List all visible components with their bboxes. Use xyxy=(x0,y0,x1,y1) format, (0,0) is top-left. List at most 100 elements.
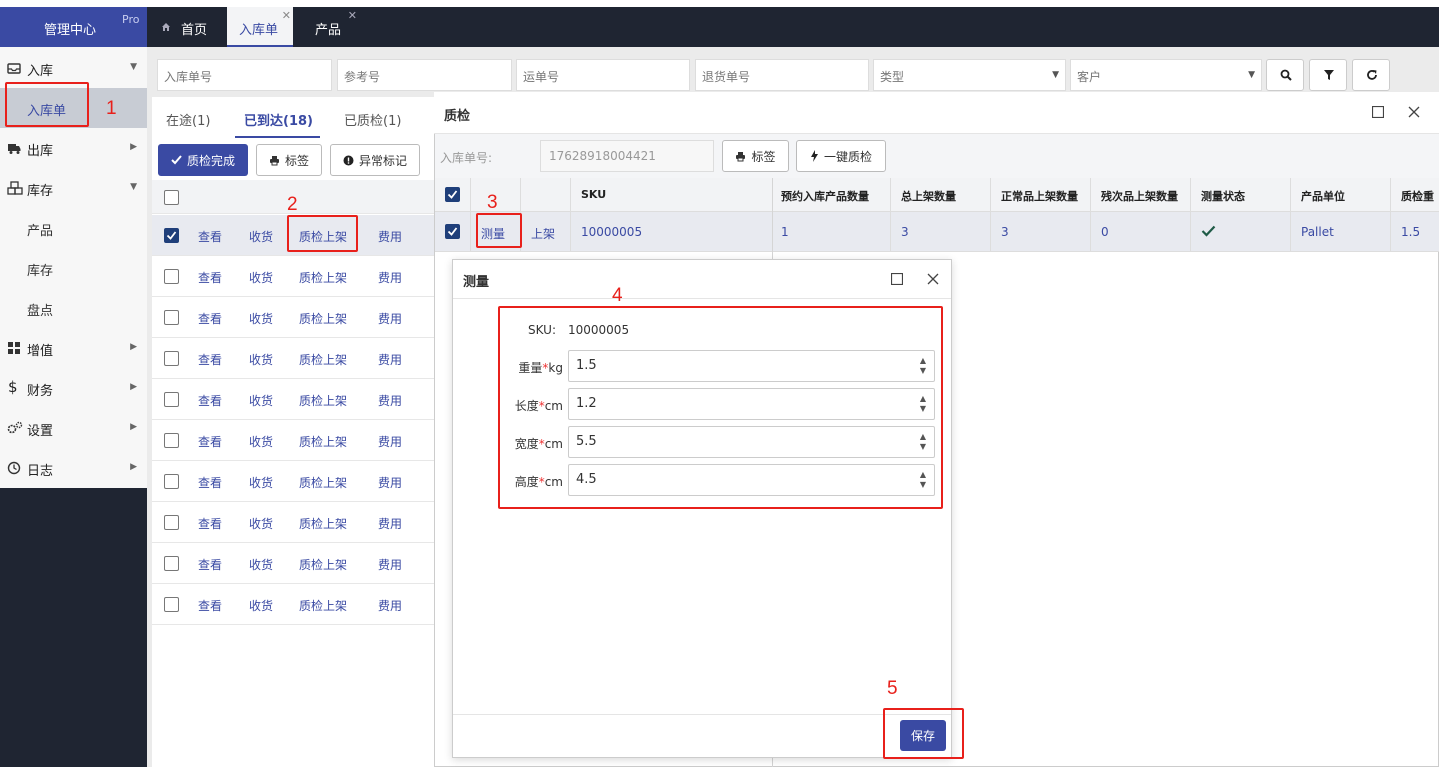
row-checkbox[interactable] xyxy=(445,224,460,239)
column-divider xyxy=(470,178,471,252)
exclamation-icon xyxy=(343,155,354,166)
sidebar-item-product[interactable]: 产品 xyxy=(0,208,147,248)
qc-shelve-link[interactable]: 质检上架 xyxy=(299,515,347,532)
defect-shelved-cell: 0 xyxy=(1101,225,1109,239)
tab-home[interactable]: 首页 xyxy=(147,7,225,47)
sidebar-item-settings[interactable]: 设置 ▶ xyxy=(0,408,147,448)
reference-no-filter[interactable]: 参考号 xyxy=(337,59,512,91)
receive-link[interactable]: 收货 xyxy=(249,474,273,491)
qc-select-all-checkbox[interactable] xyxy=(445,187,460,202)
waybill-no-filter[interactable]: 运单号 xyxy=(516,59,690,91)
fee-link[interactable]: 费用 xyxy=(378,351,402,368)
qc-shelve-link[interactable]: 质检上架 xyxy=(299,310,347,327)
row-checkbox[interactable] xyxy=(164,597,179,612)
sidebar-item-value-added[interactable]: 增值 ▶ xyxy=(0,328,147,368)
receive-link[interactable]: 收货 xyxy=(249,556,273,573)
view-link[interactable]: 查看 xyxy=(198,392,222,409)
qc-complete-button[interactable]: 质检完成 xyxy=(158,144,248,176)
close-icon[interactable]: ✕ xyxy=(348,9,357,22)
shelve-link[interactable]: 上架 xyxy=(531,225,555,242)
view-link[interactable]: 查看 xyxy=(198,310,222,327)
chevron-right-icon: ▶ xyxy=(130,342,137,352)
close-icon[interactable]: ✕ xyxy=(282,9,291,22)
row-checkbox[interactable] xyxy=(164,515,179,530)
sidebar-item-finance[interactable]: $ 财务 ▶ xyxy=(0,368,147,408)
row-checkbox[interactable] xyxy=(164,556,179,571)
fee-link[interactable]: 费用 xyxy=(378,269,402,286)
qc-shelve-link[interactable]: 质检上架 xyxy=(299,474,347,491)
sidebar-item-label: 产品 xyxy=(27,224,54,239)
tab-bar: 首页 入库单 ✕ 产品 ✕ xyxy=(147,7,1439,47)
view-link[interactable]: 查看 xyxy=(198,556,222,573)
receive-link[interactable]: 收货 xyxy=(249,515,273,532)
view-link[interactable]: 查看 xyxy=(198,228,222,245)
placeholder-text: 入库单号 xyxy=(164,70,213,84)
select-all-checkbox[interactable] xyxy=(164,190,179,205)
label-button[interactable]: 标签 xyxy=(256,144,322,176)
view-link[interactable]: 查看 xyxy=(198,269,222,286)
close-icon[interactable] xyxy=(1408,106,1420,118)
fee-link[interactable]: 费用 xyxy=(378,392,402,409)
qc-shelve-link[interactable]: 质检上架 xyxy=(299,392,347,409)
receive-link[interactable]: 收货 xyxy=(249,269,273,286)
exception-mark-button[interactable]: 异常标记 xyxy=(330,144,420,176)
qc-shelve-link[interactable]: 质检上架 xyxy=(299,269,347,286)
maximize-icon[interactable] xyxy=(891,273,903,285)
inbound-no-filter[interactable]: 入库单号 xyxy=(157,59,332,91)
row-checkbox[interactable] xyxy=(164,433,179,448)
tab-in-transit[interactable]: 在途(1) xyxy=(166,110,210,129)
chevron-down-icon: ▼ xyxy=(1248,70,1255,80)
fee-link[interactable]: 费用 xyxy=(378,597,402,614)
sidebar-item-stock[interactable]: 库存 xyxy=(0,248,147,288)
view-link[interactable]: 查看 xyxy=(198,474,222,491)
sidebar-item-label: 盘点 xyxy=(27,304,54,319)
search-button[interactable] xyxy=(1266,59,1304,91)
fee-link[interactable]: 费用 xyxy=(378,515,402,532)
receive-link[interactable]: 收货 xyxy=(249,351,273,368)
tab-arrived[interactable]: 已到达(18) xyxy=(244,110,313,129)
sidebar-item-log[interactable]: 日志 ▶ xyxy=(0,448,147,488)
maximize-icon[interactable] xyxy=(1372,106,1384,118)
fee-link[interactable]: 费用 xyxy=(378,310,402,327)
receive-link[interactable]: 收货 xyxy=(249,597,273,614)
fee-link[interactable]: 费用 xyxy=(378,433,402,450)
one-click-qc-button[interactable]: 一键质检 xyxy=(796,140,886,172)
sidebar-item-label: 库存 xyxy=(27,264,54,279)
close-icon[interactable] xyxy=(927,273,939,285)
row-checkbox[interactable] xyxy=(164,351,179,366)
view-link[interactable]: 查看 xyxy=(198,515,222,532)
qc-shelve-link[interactable]: 质检上架 xyxy=(299,597,347,614)
row-checkbox[interactable] xyxy=(164,474,179,489)
fee-link[interactable]: 费用 xyxy=(378,556,402,573)
row-checkbox[interactable] xyxy=(164,310,179,325)
receive-link[interactable]: 收货 xyxy=(249,392,273,409)
receive-link[interactable]: 收货 xyxy=(249,310,273,327)
tab-inspected[interactable]: 已质检(1) xyxy=(344,110,401,129)
row-checkbox[interactable] xyxy=(164,269,179,284)
fee-link[interactable]: 费用 xyxy=(378,474,402,491)
qc-label-button[interactable]: 标签 xyxy=(722,140,789,172)
qc-shelve-link[interactable]: 质检上架 xyxy=(299,556,347,573)
view-link[interactable]: 查看 xyxy=(198,351,222,368)
receive-link[interactable]: 收货 xyxy=(249,433,273,450)
fee-link[interactable]: 费用 xyxy=(378,228,402,245)
qc-shelve-link[interactable]: 质检上架 xyxy=(299,433,347,450)
view-link[interactable]: 查看 xyxy=(198,597,222,614)
sidebar-item-outbound[interactable]: 出库 ▶ xyxy=(0,128,147,168)
customer-select[interactable]: 客户 ▼ xyxy=(1070,59,1262,91)
type-select[interactable]: 类型 ▼ xyxy=(873,59,1066,91)
refresh-button[interactable] xyxy=(1352,59,1390,91)
receive-link[interactable]: 收货 xyxy=(249,228,273,245)
qc-shelve-link[interactable]: 质检上架 xyxy=(299,351,347,368)
tab-product[interactable]: 产品 ✕ xyxy=(299,7,359,47)
return-no-filter[interactable]: 退货单号 xyxy=(695,59,869,91)
row-checkbox[interactable] xyxy=(164,392,179,407)
row-checkbox[interactable] xyxy=(164,228,179,243)
filter-button[interactable] xyxy=(1309,59,1347,91)
sidebar-item-inventory[interactable]: 库存 ▼ xyxy=(0,168,147,208)
unit-cell: Pallet xyxy=(1301,225,1334,239)
sidebar-item-stocktake[interactable]: 盘点 xyxy=(0,288,147,328)
view-link[interactable]: 查看 xyxy=(198,433,222,450)
tab-inbound-order[interactable]: 入库单 ✕ xyxy=(227,7,293,47)
chevron-right-icon: ▶ xyxy=(130,422,137,432)
